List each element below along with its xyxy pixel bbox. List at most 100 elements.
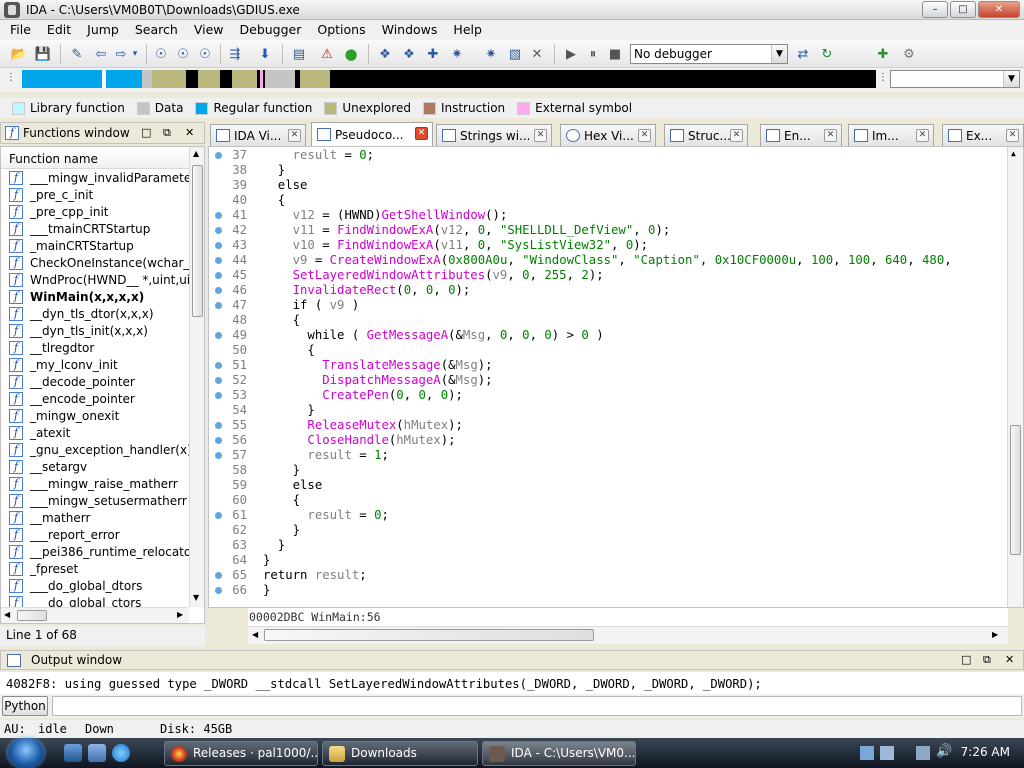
edit-icon[interactable]: ✎ [68, 45, 86, 63]
function-row[interactable]: f __tlregdtor [1, 339, 189, 356]
tab-structures[interactable]: Struc... ✕ [664, 124, 748, 146]
restore-icon[interactable]: □ [961, 653, 971, 666]
function-row[interactable]: f ___report_error [1, 526, 189, 543]
menu-windows[interactable]: Windows [374, 20, 446, 40]
function-row[interactable]: f _pre_cpp_init [1, 203, 189, 220]
close-icon[interactable]: ✕ [638, 129, 651, 142]
python-button[interactable]: Python [2, 696, 48, 716]
code-line[interactable]: 50 { [209, 343, 1009, 358]
code-line[interactable]: 58 } [209, 463, 1009, 478]
tool-icon[interactable]: ✷ [482, 45, 500, 63]
code-line[interactable]: 57 result = 1; [209, 448, 1009, 463]
switch-windows-icon[interactable] [88, 744, 106, 762]
code-line[interactable]: 54 } [209, 403, 1009, 418]
tray-app-icon[interactable] [880, 746, 894, 760]
menu-jump[interactable]: Jump [79, 20, 127, 40]
code-line[interactable]: 44 v9 = CreateWindowExA(0x800A0u, "Windo… [209, 253, 1009, 268]
show-desktop-icon[interactable] [64, 744, 82, 762]
function-name-column-header[interactable]: Function name [1, 147, 204, 169]
close-icon[interactable]: ✕ [1006, 129, 1019, 142]
binoculars-text-icon[interactable]: ☉ [174, 45, 192, 63]
code-line[interactable]: 43 v10 = FindWindowExA(v11, 0, "SysListV… [209, 238, 1009, 253]
float-icon[interactable]: ⧉ [163, 126, 171, 140]
breakpoint-dot-icon[interactable] [215, 512, 222, 519]
close-icon[interactable]: ✕ [415, 127, 428, 140]
function-row[interactable]: f _gnu_exception_handler(x) [1, 441, 189, 458]
function-row[interactable]: f ___do_global_dtors [1, 577, 189, 594]
add-plugin-icon[interactable]: ✚ [874, 45, 892, 63]
enum-icon[interactable]: ❖ [400, 45, 418, 63]
code-line[interactable]: 46 InvalidateRect(0, 0, 0); [209, 283, 1009, 298]
network-icon[interactable] [860, 746, 874, 760]
function-row[interactable]: f __decode_pointer [1, 373, 189, 390]
tab-pseudocode[interactable]: Pseudoco... ✕ [311, 122, 433, 146]
breakpoint-dot-icon[interactable] [215, 227, 222, 234]
clock[interactable]: 7:26 AM [961, 745, 1010, 759]
struct-icon[interactable]: ❖ [376, 45, 394, 63]
tab-enums[interactable]: En... ✕ [760, 124, 842, 146]
tab-imports[interactable]: Im... ✕ [848, 124, 934, 146]
binoculars-hex-icon[interactable]: ☉ [196, 45, 214, 63]
code-line[interactable]: 63 } [209, 538, 1009, 553]
pause-icon[interactable]: ⏸ [584, 45, 602, 63]
patch-icon[interactable]: ▧ [506, 45, 524, 63]
function-row[interactable]: fCheckOneInstance(wchar_t *) [1, 254, 189, 271]
code-line[interactable]: 55 ReleaseMutex(hMutex); [209, 418, 1009, 433]
close-icon[interactable]: ✕ [1005, 653, 1014, 666]
minimize-button[interactable]: – [922, 1, 948, 18]
close-icon[interactable]: ✕ [534, 129, 547, 142]
tab-exports[interactable]: Ex... ✕ [942, 124, 1024, 146]
code-horizontal-scrollbar[interactable]: ◀ ▶ [248, 626, 1008, 644]
volume-icon[interactable]: 🔊 [936, 744, 952, 759]
menu-view[interactable]: View [186, 20, 232, 40]
tab-ida-view[interactable]: IDA Vi... ✕ [210, 124, 306, 146]
tab-strings-window[interactable]: Strings wi... ✕ [436, 124, 552, 146]
function-row[interactable]: f _mingw_onexit [1, 407, 189, 424]
close-icon[interactable]: ✕ [730, 129, 743, 142]
function-row[interactable]: f __matherr [1, 509, 189, 526]
scrollbar-thumb[interactable] [1010, 425, 1021, 555]
code-line[interactable]: 65 return result; [209, 568, 1009, 583]
code-line[interactable]: 48 { [209, 313, 1009, 328]
code-line[interactable]: 45 SetLayeredWindowAttributes(v9, 0, 255… [209, 268, 1009, 283]
function-row[interactable]: f __setargv [1, 458, 189, 475]
tab-hex-view[interactable]: Hex Vi... ✕ [560, 124, 656, 146]
close-button[interactable]: ✕ [978, 1, 1020, 18]
breakpoint-dot-icon[interactable] [215, 362, 222, 369]
breakpoint-dot-icon[interactable] [215, 242, 222, 249]
breakpoint-dot-icon[interactable] [215, 212, 222, 219]
function-row[interactable]: f ___mingw_setusermatherr [1, 492, 189, 509]
breakpoint-dot-icon[interactable] [215, 587, 222, 594]
maximize-button[interactable]: □ [950, 1, 976, 18]
breakpoint-dot-icon[interactable] [215, 302, 222, 309]
start-button[interactable] [8, 738, 44, 768]
close-icon[interactable]: ✕ [288, 129, 301, 142]
attach-icon[interactable]: ⇄ [794, 45, 812, 63]
jump-icon[interactable]: ⇶ [226, 45, 244, 63]
code-line[interactable]: 61 result = 0; [209, 508, 1009, 523]
function-row[interactable]: f ___tmainCRTStartup [1, 220, 189, 237]
code-line[interactable]: 66} [209, 583, 1009, 598]
python-command-input[interactable] [52, 696, 1022, 716]
restore-icon[interactable]: □ [141, 126, 151, 139]
breakpoint-dot-icon[interactable] [215, 392, 222, 399]
menu-debugger[interactable]: Debugger [232, 20, 310, 40]
function-row[interactable]: f __encode_pointer [1, 390, 189, 407]
code-line[interactable]: 59 else [209, 478, 1009, 493]
float-icon[interactable]: ⧉ [983, 653, 991, 667]
function-row-selected[interactable]: f WinMain(x,x,x,x) [1, 288, 189, 305]
function-row[interactable]: f ___mingw_raise_matherr [1, 475, 189, 492]
chevron-down-icon[interactable]: ▾ [126, 45, 144, 63]
page-icon[interactable]: ▤ [290, 45, 308, 63]
menu-options[interactable]: Options [309, 20, 373, 40]
open-folder-icon[interactable]: 📂 [10, 45, 28, 63]
function-row[interactable]: f __pei386_runtime_relocator [1, 543, 189, 560]
breakpoint-dot-icon[interactable] [215, 422, 222, 429]
breakpoint-dot-icon[interactable] [215, 377, 222, 384]
function-row[interactable]: f __dyn_tls_dtor(x,x,x) [1, 305, 189, 322]
add-icon[interactable]: ✚ [424, 45, 442, 63]
close-icon[interactable]: ✕ [185, 126, 194, 139]
breakpoint-dot-icon[interactable] [215, 152, 222, 159]
breakpoint-dot-icon[interactable] [215, 437, 222, 444]
network-status-icon[interactable] [916, 746, 930, 760]
